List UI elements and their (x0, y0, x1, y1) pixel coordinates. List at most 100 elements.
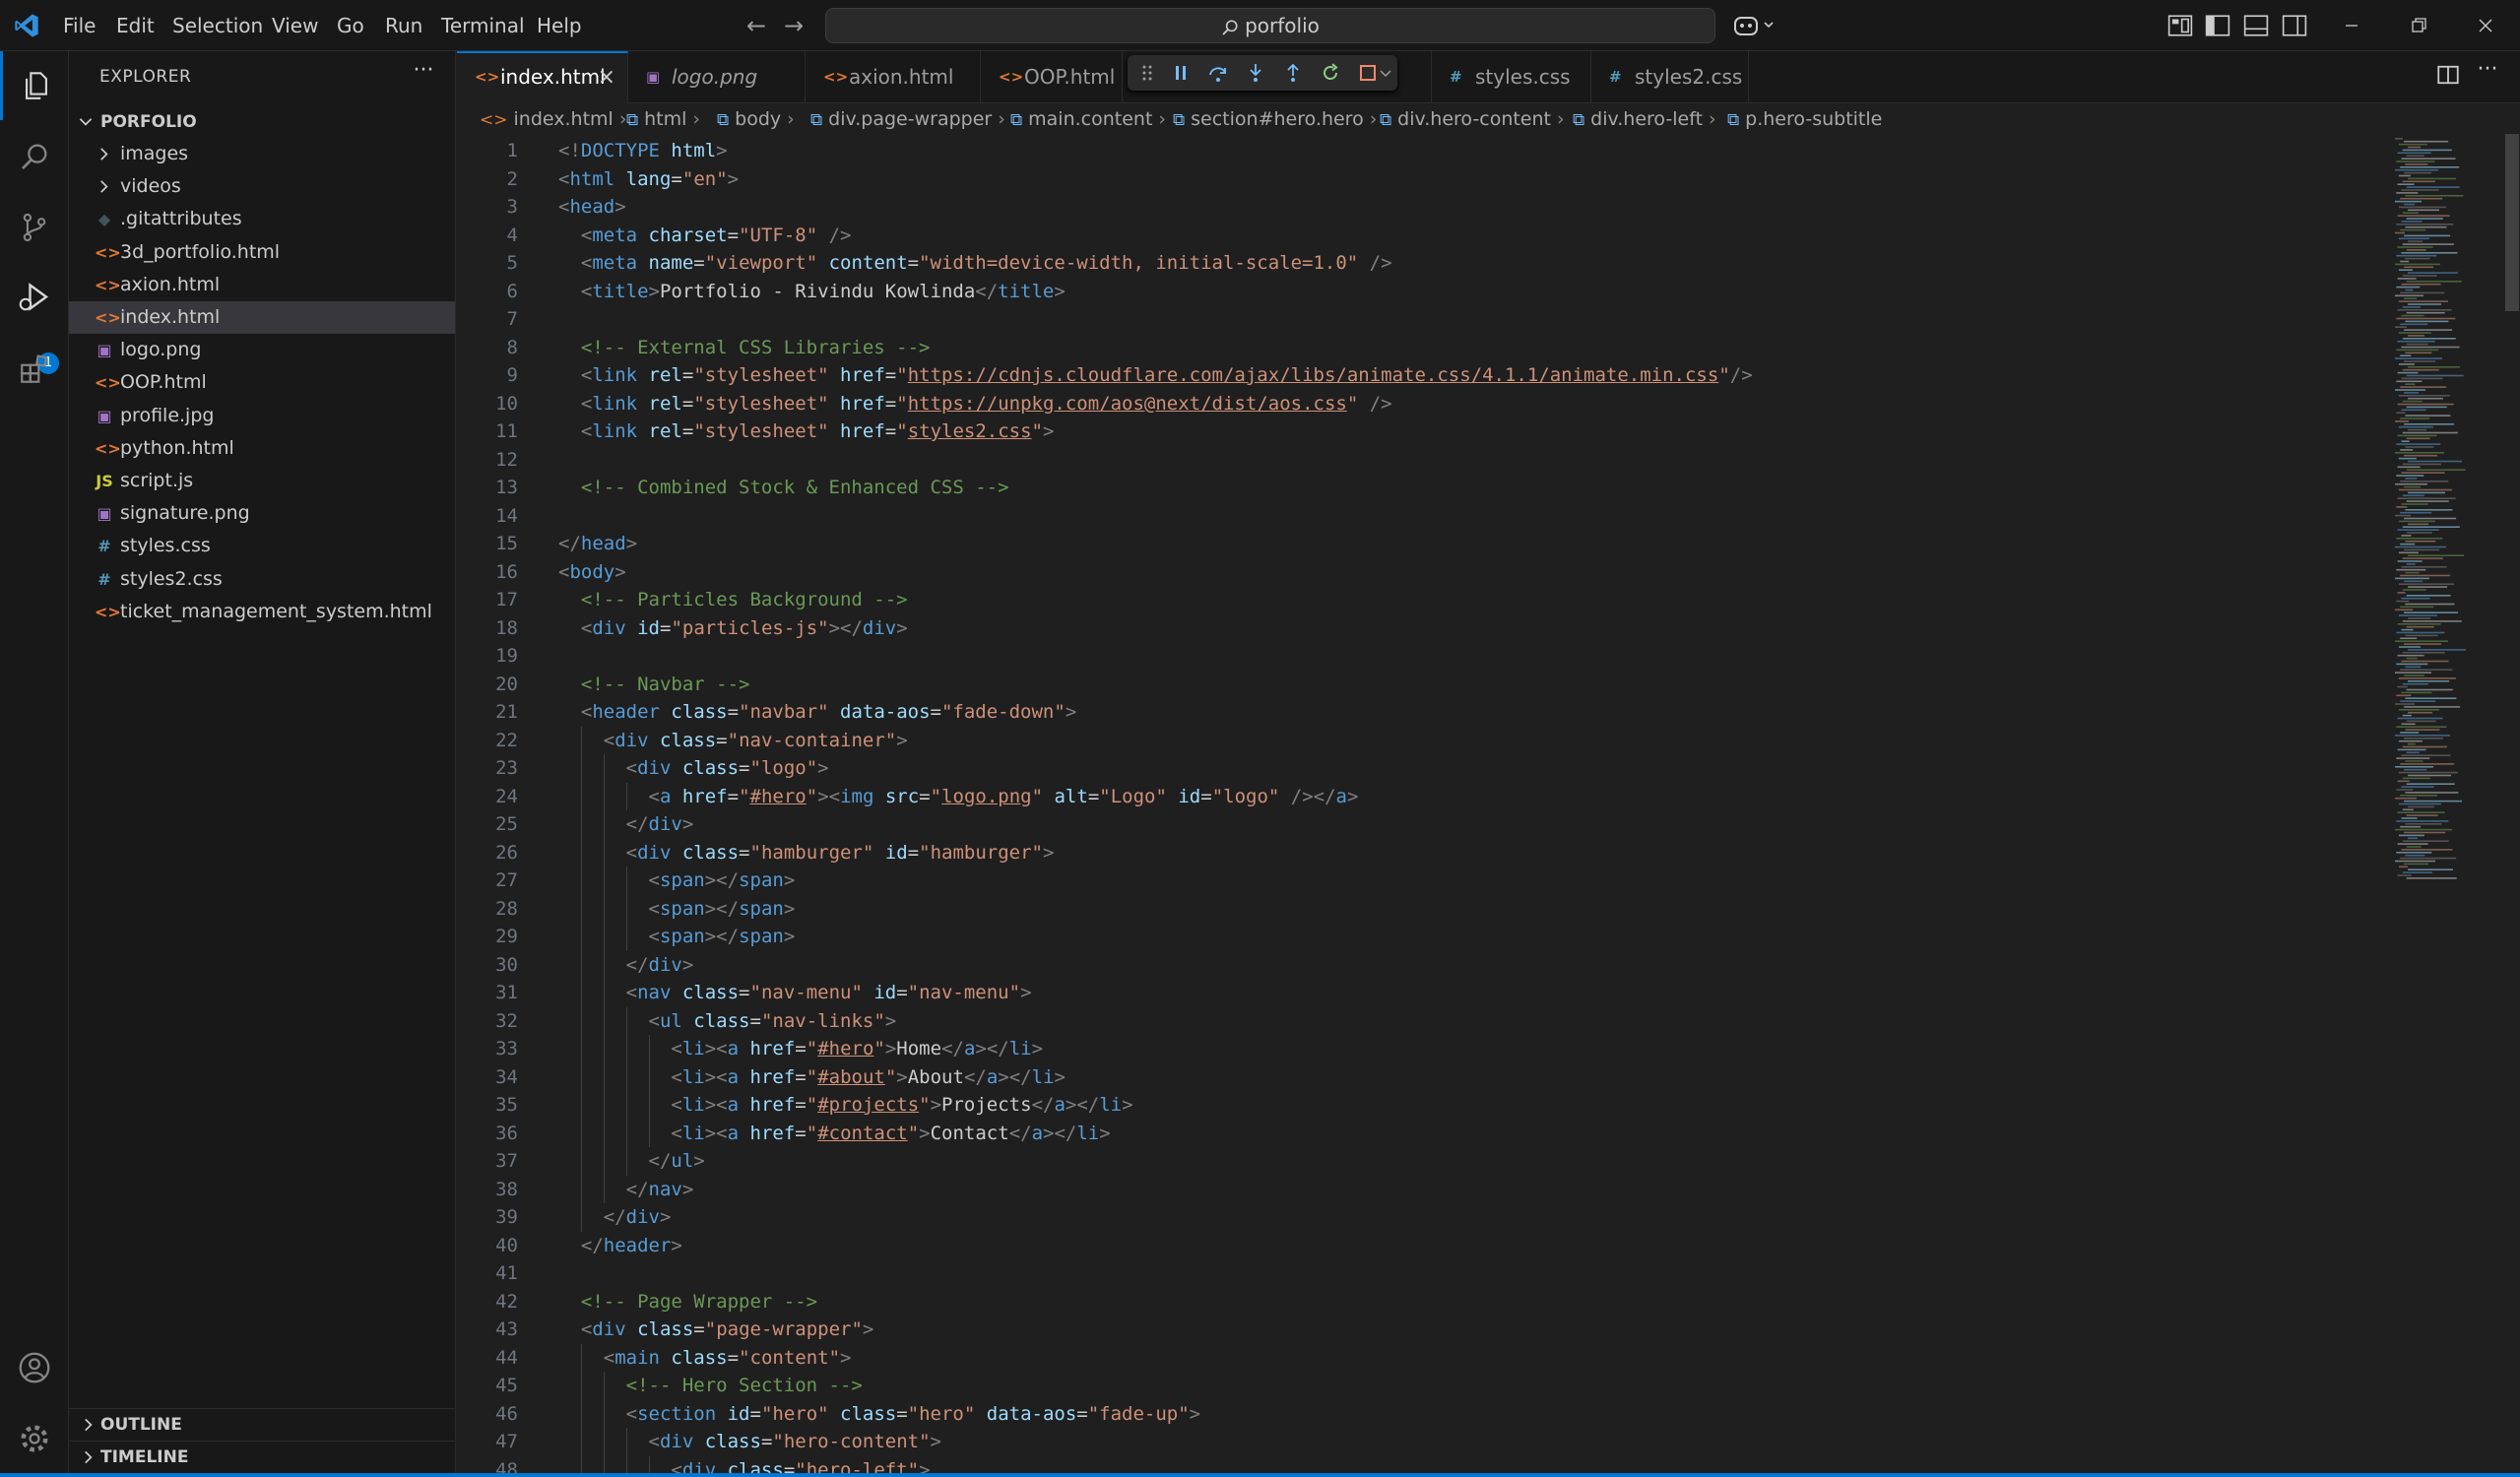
tree-file[interactable]: ▣ signature.png (69, 497, 455, 530)
copilot-icon[interactable] (1731, 12, 1778, 39)
editor-tab[interactable]: <> axion.html (806, 51, 981, 103)
editor-tab[interactable]: <> index.html × (457, 51, 628, 103)
minimap-line (2400, 260, 2410, 263)
step-out-icon[interactable] (1281, 61, 1305, 85)
tree-file[interactable]: <> python.html (69, 432, 455, 465)
tree-file[interactable]: ◆ .gitattributes (69, 203, 455, 235)
tree-file[interactable]: <> 3d_portfolio.html (69, 236, 455, 269)
breadcrumb-item[interactable]: <> index.html › (480, 104, 626, 135)
minimap-line (2401, 252, 2458, 254)
menu-go[interactable]: Go (337, 0, 364, 51)
editor-scrollbar[interactable] (2505, 134, 2519, 311)
minimap-line (2405, 415, 2451, 417)
minimap-line (2408, 523, 2428, 526)
code-token: "width=device-width, initial-scale=1.0" (919, 252, 1359, 274)
menu-edit[interactable]: Edit (116, 0, 155, 51)
restart-icon[interactable] (1319, 61, 1342, 85)
tree-file[interactable]: JS script.js (69, 465, 455, 497)
folder-header[interactable]: PORFOLIO (69, 108, 455, 136)
breadcrumb-item[interactable]: ⧉ body › (717, 104, 795, 135)
tree-file[interactable]: <> axion.html (69, 269, 455, 301)
tree-file[interactable]: ▣ logo.png (69, 334, 455, 366)
close-tab-icon[interactable]: × (598, 53, 615, 101)
editor-tab[interactable]: <> OOP.html (981, 51, 1123, 103)
breadcrumb-item[interactable]: ⧉ div.hero-content › (1380, 104, 1565, 135)
tree-file[interactable]: # styles.css (69, 530, 455, 562)
minimap-line (2402, 338, 2456, 340)
minimap[interactable] (2387, 134, 2505, 1477)
toggle-secondary-sidebar-icon[interactable] (2282, 13, 2307, 38)
minimap-line (2401, 849, 2453, 851)
close-window-icon[interactable] (2456, 0, 2515, 51)
extensions-activity[interactable] (0, 335, 69, 404)
code-token: "particles-js" (671, 616, 829, 639)
menu-view[interactable]: View (272, 0, 318, 51)
breadcrumb-item[interactable]: ⧉ div.hero-left › (1573, 104, 1716, 135)
breadcrumb-item[interactable]: ⧉ section#hero.hero › (1173, 104, 1377, 135)
minimap-line (2401, 786, 2434, 788)
tree-file[interactable]: <> ticket_management_system.html (69, 596, 455, 628)
tree-file[interactable]: <> index.html (69, 301, 455, 334)
toggle-panel-icon[interactable] (2243, 13, 2269, 38)
breadcrumb-item[interactable]: ⧉ div.page-wrapper › (810, 104, 1005, 135)
drag-handle-icon[interactable] (1135, 61, 1159, 85)
code-token: a (1335, 785, 1347, 807)
search-activity[interactable] (0, 122, 69, 191)
line-number: 29 (495, 926, 518, 947)
menu-terminal[interactable]: Terminal (441, 0, 525, 51)
toggle-primary-sidebar-icon[interactable] (2205, 13, 2230, 38)
menu-file[interactable]: File (63, 0, 96, 51)
chevron-right-icon: › (998, 108, 1005, 130)
tree-file[interactable]: <> OOP.html (69, 366, 455, 399)
command-center-search[interactable]: porfolio (825, 8, 1715, 43)
breadcrumb-item[interactable]: ⧉ html › (626, 104, 700, 135)
element-icon: ⧉ (626, 110, 639, 130)
breadcrumb-item[interactable]: ⧉ p.hero-subtitle (1727, 104, 1882, 135)
breadcrumb-label: section#hero.hero (1191, 108, 1364, 130)
account-icon (19, 1352, 50, 1383)
code-token: id (862, 982, 897, 1003)
source-control-activity[interactable] (0, 193, 69, 262)
code-token: "stylesheet" (693, 420, 829, 442)
menu-selection[interactable]: Selection (172, 0, 263, 51)
breadcrumb-label: div.page-wrapper (828, 108, 993, 130)
tree-file[interactable]: # styles2.css (69, 563, 455, 596)
code-token: ></ (1065, 1094, 1100, 1116)
forward-arrow-icon[interactable]: → (778, 10, 809, 41)
stop-icon[interactable] (1356, 61, 1380, 85)
restore-icon[interactable] (2389, 0, 2448, 51)
step-over-icon[interactable] (1206, 61, 1230, 85)
editor-more-icon[interactable]: ··· (2474, 59, 2501, 87)
explorer-activity[interactable] (0, 51, 69, 120)
tree-file[interactable]: ▣ profile.jpg (69, 400, 455, 432)
split-editor-icon[interactable] (2436, 63, 2460, 87)
code-editor[interactable]: 1 <!DOCTYPE html> 2 <html lang="en"> 3 <head>… (457, 134, 2387, 1477)
run-debug-activity[interactable] (0, 264, 69, 333)
code-token: title (592, 280, 649, 302)
step-into-icon[interactable] (1244, 61, 1267, 85)
tree-folder[interactable]: videos (69, 170, 455, 203)
breadcrumb-item[interactable]: ⧉ main.content › (1010, 104, 1166, 135)
minimize-icon[interactable] (2322, 0, 2381, 51)
manage-activity[interactable] (0, 1404, 69, 1473)
accounts-activity[interactable] (0, 1333, 69, 1402)
back-arrow-icon[interactable]: ← (741, 10, 772, 41)
code-line: 7 (457, 305, 2387, 334)
menu-help[interactable]: Help (537, 0, 582, 51)
customize-layout-icon[interactable] (2167, 13, 2193, 38)
tab-label: styles2.css (1635, 65, 1743, 89)
editor-tab[interactable]: ▣ logo.png (628, 51, 806, 103)
line-content: <li><a href="#contact">Contact</a></li> (671, 1120, 1110, 1148)
editor-tab[interactable]: # styles2.css (1591, 51, 1749, 103)
pause-icon[interactable] (1169, 61, 1193, 85)
editor-tab[interactable]: # styles.css (1432, 51, 1591, 103)
timeline-section[interactable]: TIMELINE (69, 1441, 455, 1472)
code-token: span (739, 926, 784, 947)
tree-folder[interactable]: images (69, 138, 455, 170)
outline-section[interactable]: OUTLINE (69, 1408, 455, 1440)
code-line: 8 <!-- External CSS Libraries --> (457, 334, 2387, 362)
more-actions-icon[interactable]: ··· (408, 59, 439, 91)
code-token: div (637, 757, 672, 779)
menu-run[interactable]: Run (385, 0, 422, 51)
chevron-down-icon[interactable] (1378, 61, 1393, 85)
